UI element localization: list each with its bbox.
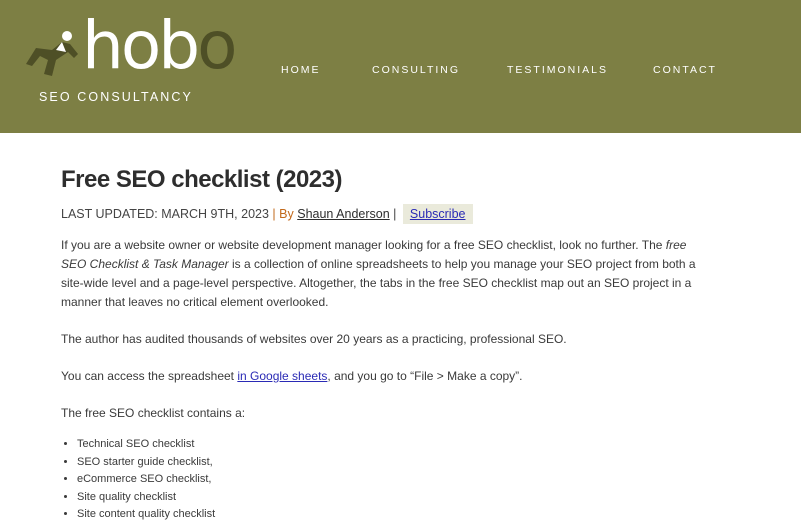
last-updated: LAST UPDATED: MARCH 9TH, 2023: [61, 207, 269, 221]
nav-home[interactable]: HOME: [281, 64, 321, 76]
by-label: By: [279, 207, 294, 221]
list-item: Site quality checklist: [77, 489, 701, 507]
access-text-end: , and you go to “File > Make a copy”.: [327, 369, 523, 383]
checklist-list: Technical SEO checklist SEO starter guid…: [61, 436, 701, 524]
access-text-start: You can access the spreadsheet: [61, 369, 238, 383]
article-meta: LAST UPDATED: MARCH 9TH, 2023 | By Shaun…: [61, 204, 701, 224]
intro-paragraph: If you are a website owner or website de…: [61, 236, 701, 312]
page-title: Free SEO checklist (2023): [61, 166, 342, 193]
nav-contact[interactable]: CONTACT: [653, 64, 717, 76]
site-header: hobo SEO CONSULTANCY HOME CONSULTING TES…: [0, 0, 801, 133]
meta-separator-2: |: [393, 207, 397, 221]
main-nav: HOME CONSULTING TESTIMONIALS CONTACT: [0, 64, 801, 78]
author-paragraph: The author has audited thousands of webs…: [61, 332, 567, 346]
access-paragraph: You can access the spreadsheet in Google…: [61, 367, 701, 386]
list-item: Technical SEO checklist: [77, 436, 701, 454]
subscribe-link[interactable]: Subscribe: [402, 204, 473, 224]
logo-tagline: SEO CONSULTANCY: [39, 90, 193, 104]
nav-consulting[interactable]: CONSULTING: [372, 64, 460, 76]
intro-text-start: If you are a website owner or website de…: [61, 238, 666, 252]
list-item: eCommerce SEO checklist,: [77, 471, 701, 489]
list-item: Site content quality checklist: [77, 506, 701, 524]
article: Free SEO checklist (2023) LAST UPDATED: …: [61, 165, 701, 524]
nav-testimonials[interactable]: TESTIMONIALS: [507, 64, 608, 76]
meta-separator: |: [272, 207, 276, 221]
list-item: SEO starter guide checklist,: [77, 454, 701, 472]
google-sheets-link[interactable]: in Google sheets: [237, 369, 327, 383]
contains-paragraph: The free SEO checklist contains a:: [61, 406, 246, 420]
author-link[interactable]: Shaun Anderson: [297, 207, 389, 221]
